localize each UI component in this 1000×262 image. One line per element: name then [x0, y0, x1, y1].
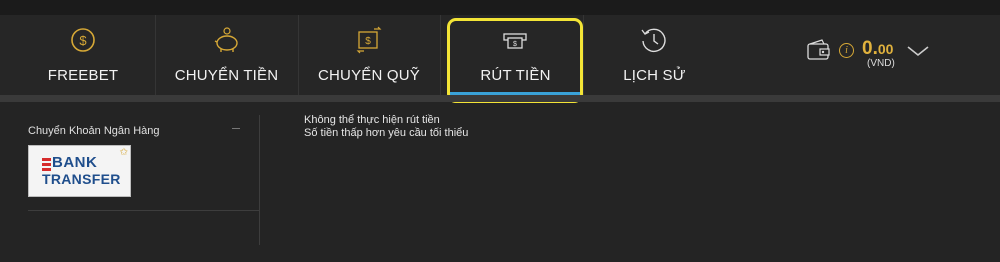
payment-method-title: Chuyển Khoản Ngân Hàng: [28, 125, 160, 137]
tab-label: LỊCH SỬ: [623, 67, 686, 84]
tab-label: CHUYỂN QUỸ: [317, 67, 420, 84]
chevron-down-icon[interactable]: [906, 44, 930, 58]
collapse-dash[interactable]: [232, 128, 240, 129]
tab-separator: [440, 15, 441, 95]
currency-label: (VND): [867, 58, 895, 69]
history-clock-icon: [641, 28, 666, 53]
panel-divider: [28, 210, 260, 211]
section-divider: [0, 95, 1000, 102]
transfer-icon: $: [356, 26, 382, 54]
bank-logo-line2: TRANSFER: [42, 171, 121, 187]
star-icon: ✩: [119, 147, 128, 158]
bank-logo-line1: BANK: [52, 154, 98, 171]
svg-text:$: $: [79, 33, 87, 48]
svg-text:$: $: [365, 36, 371, 47]
info-icon[interactable]: i: [839, 43, 854, 58]
tab-label: CHUYỂN TIỀN: [174, 67, 279, 84]
tab-chuyen-tien[interactable]: CHUYỂN TIỀN: [155, 15, 298, 95]
tab-lich-su[interactable]: LỊCH SỬ: [583, 15, 726, 95]
balance-integer: 0.: [862, 38, 878, 59]
panel-vertical-divider: [259, 115, 260, 245]
tab-chuyen-quy[interactable]: $ CHUYỂN QUỸ: [298, 15, 440, 95]
bank-logo-bars: [42, 158, 51, 171]
dollar-coin-icon: $: [71, 28, 95, 52]
bank-transfer-option[interactable]: BANK TRANSFER ✩: [28, 145, 131, 197]
payment-methods-panel: Chuyển Khoản Ngân Hàng BANK TRANSFER ✩: [28, 125, 260, 197]
wallet-icon[interactable]: [806, 38, 832, 62]
highlight-outline: [447, 18, 583, 103]
balance-decimal: 00: [877, 41, 894, 57]
message-line: Không thể thực hiện rút tiền: [304, 114, 440, 126]
top-strip: [0, 0, 1000, 15]
piggy-bank-icon: [214, 27, 238, 52]
wallet-balance: 0.00: [862, 38, 893, 60]
tab-freebet[interactable]: $ FREEBET: [10, 15, 156, 95]
message-line: Số tiền thấp hơn yêu cầu tối thiểu: [304, 127, 469, 139]
withdraw-error-message: Không thể thực hiện rút tiền Số tiền thấ…: [304, 114, 468, 140]
tab-label: FREEBET: [47, 67, 119, 84]
